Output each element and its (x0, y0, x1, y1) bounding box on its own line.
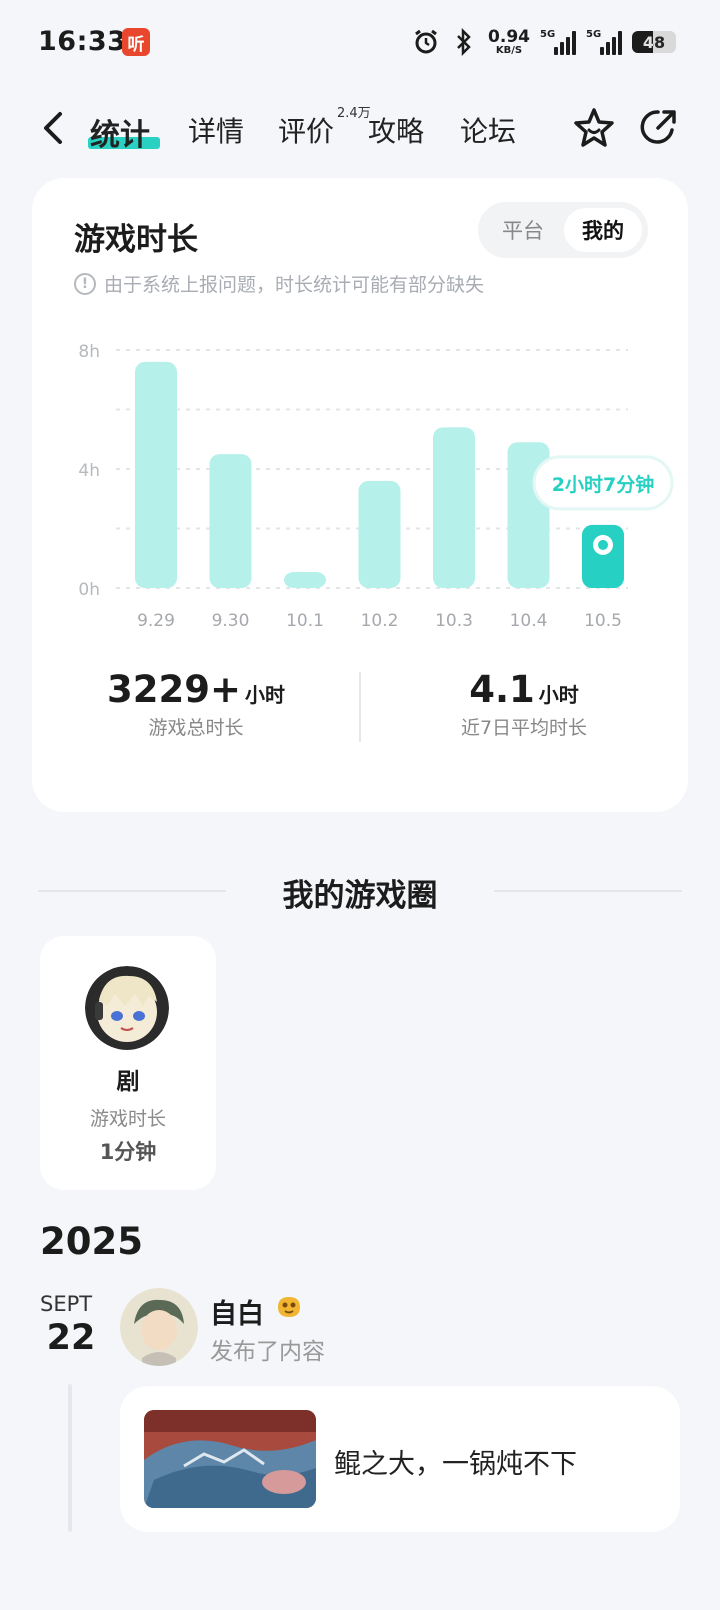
game-circle-name: 剧 (116, 1069, 140, 1095)
signal-icon: 5G (586, 29, 622, 55)
net-speed: 0.94 KB/S (488, 26, 530, 56)
total-playtime: 3229+ 小时 游戏总时长 (32, 668, 360, 740)
status-bar: 16:33 听 0.94 KB/S 5G 5G 48 (0, 0, 720, 86)
user-name[interactable]: 自白 (210, 1292, 264, 1331)
post-thumbnail (144, 1410, 316, 1508)
app-notification-icon: 听 (122, 28, 150, 56)
x-tick-label: 10.4 (510, 611, 548, 631)
card-title: 游戏时长 (74, 222, 198, 258)
battery-icon: 48 (632, 31, 676, 53)
timeline-month: SEPT (40, 1292, 93, 1316)
alarm-icon (415, 29, 437, 54)
tab-stats[interactable]: 统计 (90, 110, 150, 154)
status-time: 16:33 (38, 26, 127, 57)
y-tick-label: 0h (78, 580, 100, 600)
tab-details[interactable]: 详情 (188, 110, 244, 150)
post-card[interactable]: 鲲之大，一锅炖不下 (120, 1386, 680, 1532)
game-circle-caption: 游戏时长 (89, 1108, 166, 1130)
post-text: 鲲之大，一锅炖不下 (334, 1449, 577, 1480)
x-tick-label: 10.1 (286, 611, 324, 631)
share-icon[interactable] (636, 104, 682, 150)
timeline-day: 22 (46, 1318, 96, 1358)
chart-bar (433, 427, 475, 588)
y-tick-label: 4h (78, 461, 100, 481)
stats-row: 3229+ 小时 游戏总时长 4.1 小时 近7日平均时长 (32, 668, 688, 768)
y-tick-label: 8h (78, 342, 100, 362)
chart-bar (209, 454, 252, 588)
bluetooth-icon (457, 28, 471, 56)
tooltip-label: 2小时7分钟 (552, 473, 654, 496)
section-title: 我的游戏圈 (282, 878, 438, 914)
game-circle-card[interactable]: 剧 游戏时长 1分钟 (40, 936, 216, 1190)
total-unit: 小时 (244, 683, 285, 707)
playtime-chart: 0h 4h 8h 9.29 9.30 10.1 10.2 10.3 10.4 10.5 2小时7分钟 (78, 342, 674, 631)
avg-caption: 近7日平均时长 (460, 717, 588, 739)
signal-icon: 5G (540, 29, 576, 55)
avg-unit: 小时 (538, 683, 579, 707)
timeline-line (68, 1384, 72, 1532)
playtime-card: 游戏时长 平台 我的 ! 由于系统上报问题，时长统计可能有部分缺失 0h 4h 8h… (32, 178, 688, 812)
back-icon[interactable] (36, 108, 72, 148)
tab-guides[interactable]: 攻略 (368, 110, 424, 150)
x-tick-label: 10.5 (584, 611, 622, 631)
avatar (85, 966, 169, 1050)
x-tick-label: 10.3 (435, 611, 473, 631)
avatar[interactable] (120, 1288, 198, 1366)
info-icon: ! (74, 272, 96, 295)
chart-bar (582, 524, 624, 588)
x-tick-label: 9.30 (212, 611, 250, 631)
reviews-count-badge: 2.4万 (337, 106, 371, 121)
user-action: 发布了内容 (210, 1339, 325, 1365)
toggle-mine[interactable]: 我的 (564, 208, 642, 252)
source-toggle: 平台 我的 (478, 202, 648, 258)
x-tick-label: 10.2 (361, 611, 399, 631)
chart-bar (284, 572, 326, 588)
notice-text: 由于系统上报问题，时长统计可能有部分缺失 (104, 274, 485, 296)
star-icon[interactable] (570, 104, 618, 152)
highlight-dot (598, 539, 608, 550)
level-badge-icon (278, 1297, 300, 1317)
top-nav: 统计 详情 评价 2.4万 攻略 论坛 (0, 96, 720, 166)
avg-value: 4.1 (469, 668, 535, 711)
toggle-platform[interactable]: 平台 (484, 208, 562, 252)
avg-playtime: 4.1 小时 近7日平均时长 (360, 668, 688, 740)
timeline-year: 2025 (40, 1220, 143, 1263)
x-tick-label: 9.29 (137, 611, 175, 631)
notice: ! 由于系统上报问题，时长统计可能有部分缺失 (74, 270, 484, 297)
tab-forum[interactable]: 论坛 (460, 110, 516, 150)
game-circle-value: 1分钟 (99, 1140, 157, 1164)
chart-bar (135, 361, 177, 588)
total-value: 3229+ (107, 668, 241, 711)
chart-bar (358, 480, 401, 588)
tab-reviews[interactable]: 评价 (278, 110, 334, 150)
total-caption: 游戏总时长 (148, 717, 244, 739)
